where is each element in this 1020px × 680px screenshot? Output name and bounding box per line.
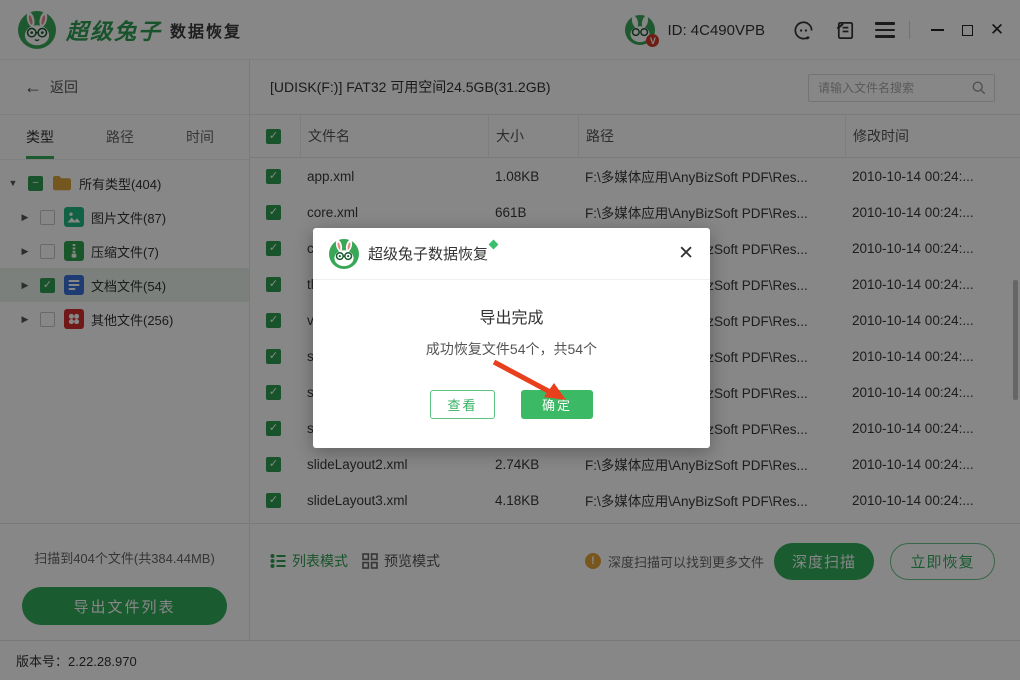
diamond-decor-icon [489,240,499,250]
dialog-heading: 导出完成 [313,304,710,328]
dialog-close-icon[interactable]: ✕ [678,244,694,263]
ok-button[interactable]: 确定 [521,390,593,419]
view-button[interactable]: 查看 [430,390,495,419]
dialog-header: 超级兔子数据恢复 ✕ [313,228,710,280]
dialog-message: 成功恢复文件54个，共54个 [313,339,710,359]
dialog-title: 超级兔子数据恢复 [368,243,497,264]
dialog-logo-rabbit-icon [329,239,359,269]
export-complete-dialog: 超级兔子数据恢复 ✕ 导出完成 成功恢复文件54个，共54个 查看 确定 [313,228,710,448]
